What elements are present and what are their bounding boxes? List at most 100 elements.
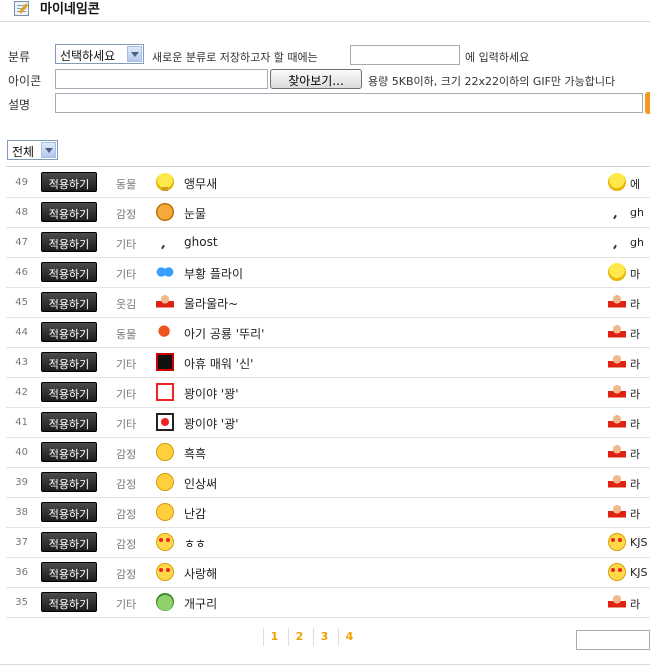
row-number: 43 — [15, 357, 28, 368]
ghost-icon — [608, 203, 626, 221]
gwang-stamp-icon — [156, 383, 174, 401]
row-category: 동물 — [116, 328, 137, 341]
row-category: 웃김 — [116, 298, 137, 311]
apply-button[interactable]: 적용하기 — [41, 322, 97, 342]
row-author: 라 — [608, 593, 650, 613]
row-author-name: 라 — [630, 418, 641, 431]
heart-eyes-icon — [608, 563, 626, 581]
apply-button[interactable]: 적용하기 — [41, 352, 97, 372]
row-author-name: KJS — [630, 536, 648, 549]
apply-button[interactable]: 적용하기 — [41, 382, 97, 402]
filter-select[interactable]: 전체 — [7, 140, 58, 160]
row-number: 39 — [15, 477, 28, 488]
icon-file-input[interactable] — [55, 69, 268, 89]
row-category: 기타 — [116, 388, 137, 401]
row-author: 라 — [608, 353, 650, 373]
character-icon — [608, 503, 626, 521]
namecon-list: 49 적용하기 동물 앵무새 에 48 적용하기 감정 눈물 gh 47 적용하기 기타 ghost gh 4… — [6, 168, 650, 618]
row-author-name: 라 — [630, 358, 641, 371]
list-item: 35 적용하기 기타 개구리 라 — [6, 588, 650, 618]
row-name: 사랑해 — [184, 567, 218, 581]
search-input[interactable] — [576, 630, 650, 650]
description-row: 설명 — [0, 92, 650, 114]
row-author: 라 — [608, 323, 650, 343]
character-icon — [608, 413, 626, 431]
apply-button[interactable]: 적용하기 — [41, 502, 97, 522]
row-author: 라 — [608, 383, 650, 403]
list-item: 49 적용하기 동물 앵무새 에 — [6, 168, 650, 198]
category-select[interactable]: 선택하세요 — [55, 44, 144, 64]
awkward-face-icon — [156, 503, 174, 521]
row-number: 35 — [15, 597, 28, 608]
row-category: 기타 — [116, 268, 137, 281]
apply-button[interactable]: 적용하기 — [41, 202, 97, 222]
row-number: 49 — [15, 177, 28, 188]
row-name: 앵무새 — [184, 177, 218, 191]
apply-button[interactable]: 적용하기 — [41, 232, 97, 252]
frog-icon — [156, 593, 174, 611]
icon-row: 아이콘 찾아보기... 용량 5KB이하, 크기 22x22이하의 GIF만 가… — [0, 68, 650, 90]
page-link-3[interactable]: 3 — [313, 628, 335, 646]
apply-button[interactable]: 적용하기 — [41, 592, 97, 612]
row-author: 라 — [608, 293, 650, 313]
crying-face-icon — [156, 443, 174, 461]
character-icon — [608, 323, 626, 341]
blush-face-icon — [156, 533, 174, 551]
row-author: 라 — [608, 413, 650, 433]
row-category: 감정 — [116, 538, 137, 551]
list-item: 44 적용하기 동물 아기 공룡 '뚜리' 라 — [6, 318, 650, 348]
row-author: gh — [608, 233, 650, 253]
icon-label: 아이콘 — [8, 74, 42, 88]
character-icon — [608, 293, 626, 311]
row-number: 45 — [15, 297, 28, 308]
row-category: 기타 — [116, 358, 137, 371]
character-icon — [156, 293, 174, 311]
spicy-sign-icon — [156, 353, 174, 371]
apply-button[interactable]: 적용하기 — [41, 442, 97, 462]
row-author: 라 — [608, 443, 650, 463]
apply-button[interactable]: 적용하기 — [41, 292, 97, 312]
parrot-icon — [156, 173, 174, 191]
dinosaur-icon — [156, 323, 174, 341]
row-name: 인상써 — [184, 477, 218, 491]
icon-hint: 용량 5KB이하, 크기 22x22이하의 GIF만 가능합니다 — [368, 75, 616, 88]
hwatu-card-icon — [156, 413, 174, 431]
character-icon — [608, 353, 626, 371]
apply-button[interactable]: 적용하기 — [41, 172, 97, 192]
row-category: 기타 — [116, 418, 137, 431]
row-number: 40 — [15, 447, 28, 458]
notepad-pencil-icon — [14, 1, 29, 16]
row-author: KJS — [608, 563, 650, 583]
list-item: 37 적용하기 감정 ㅎㅎ KJS — [6, 528, 650, 558]
row-number: 47 — [15, 237, 28, 248]
apply-button[interactable]: 적용하기 — [41, 412, 97, 432]
new-category-input[interactable] — [350, 45, 460, 65]
submit-tab[interactable] — [645, 92, 650, 114]
category-label: 분류 — [8, 50, 31, 64]
list-item: 47 적용하기 기타 ghost gh — [6, 228, 650, 258]
apply-button[interactable]: 적용하기 — [41, 562, 97, 582]
new-category-suffix: 에 입력하세요 — [465, 51, 530, 64]
row-author-name: 라 — [630, 508, 641, 521]
page-link-4[interactable]: 4 — [338, 628, 360, 646]
row-name: 흑흑 — [184, 447, 207, 461]
row-number: 36 — [15, 567, 28, 578]
apply-button[interactable]: 적용하기 — [41, 262, 97, 282]
character-icon — [608, 593, 626, 611]
row-author-name: 라 — [630, 298, 641, 311]
row-author: 마 — [608, 263, 650, 283]
row-category: 감정 — [116, 478, 137, 491]
row-category: 감정 — [116, 448, 137, 461]
browse-button[interactable]: 찾아보기... — [270, 69, 362, 89]
category-row: 분류 선택하세요 새로운 분류로 저장하고자 할 때에는 에 입력하세요 — [0, 44, 650, 66]
description-label: 설명 — [8, 98, 31, 112]
list-item: 42 적용하기 기타 꽝이야 '꽝' 라 — [6, 378, 650, 408]
apply-button[interactable]: 적용하기 — [41, 532, 97, 552]
page-link-2[interactable]: 2 — [288, 628, 310, 646]
row-category: 기타 — [116, 238, 137, 251]
row-author-name: KJS — [630, 566, 648, 579]
description-input[interactable] — [55, 93, 643, 113]
chevron-down-icon — [41, 142, 56, 158]
apply-button[interactable]: 적용하기 — [41, 472, 97, 492]
page-link-1[interactable]: 1 — [263, 628, 285, 646]
